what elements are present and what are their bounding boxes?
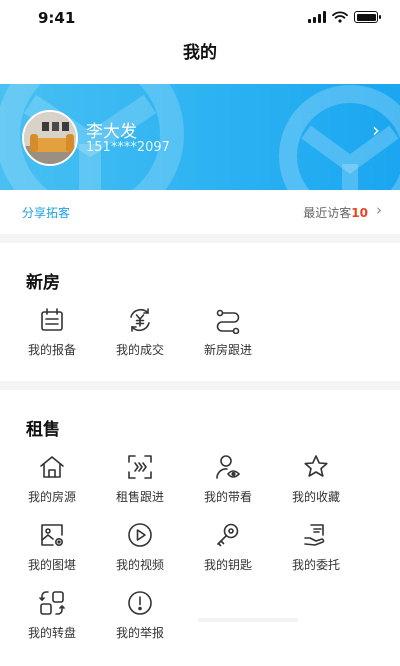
house-icon: [40, 456, 64, 478]
share-row: 分享拓客 最近访客10 ›: [0, 190, 400, 234]
visitors-label: 最近访客: [303, 206, 352, 220]
home-indicator: [198, 618, 298, 622]
section-title-new-house: 新房: [26, 273, 60, 293]
grid-item-my-viewings[interactable]: 我的带看: [184, 453, 272, 513]
grid-item-my-deals[interactable]: 我的成交: [96, 306, 184, 366]
profile-banner[interactable]: 李大发 151****2097 ›: [0, 84, 400, 190]
yuan-cycle-icon: [130, 308, 150, 332]
scan-forward-icon: [128, 455, 152, 479]
grid-item-label: 我的成交: [115, 343, 164, 357]
user-name: 李大发: [86, 122, 137, 142]
grid-item-rent-sale-followup[interactable]: 租售跟进: [96, 453, 184, 513]
grid-item-label: 我的转盘: [27, 626, 76, 640]
grid-item-label: 我的收藏: [291, 490, 340, 504]
section-divider: [0, 381, 400, 390]
key-icon: [217, 523, 239, 547]
user-eye-icon: [216, 455, 241, 479]
page-title: 我的: [183, 43, 217, 63]
status-time: 9:41: [38, 9, 76, 27]
star-icon: [304, 455, 328, 477]
grid-item-label: 我的图堪: [27, 558, 76, 572]
grid-item-label: 我的带看: [203, 490, 252, 504]
battery-icon: [354, 11, 381, 23]
share-button[interactable]: 分享拓客: [22, 204, 70, 221]
grid-item-new-house-followup[interactable]: 新房跟进: [184, 306, 272, 366]
recent-visitors-link[interactable]: 最近访客10: [303, 204, 368, 221]
grid-item-my-keys[interactable]: 我的钥匙: [184, 521, 272, 581]
signal-icon: [308, 11, 326, 23]
grid-item-label: 我的委托: [291, 558, 340, 572]
grid-item-label: 我的视频: [115, 558, 164, 572]
avatar[interactable]: [22, 110, 78, 166]
grid-item-label: 租售跟进: [115, 490, 164, 504]
play-icon: [128, 523, 152, 547]
grid-item-label: 我的房源: [27, 490, 76, 504]
chevron-right-icon[interactable]: ›: [372, 118, 380, 142]
grid-item-my-transfers[interactable]: 我的转盘: [8, 589, 96, 649]
image-gear-icon: [41, 524, 63, 546]
calendar-icon: [41, 308, 63, 331]
grid-item-my-favorites[interactable]: 我的收藏: [272, 453, 360, 513]
grid-item-my-reports[interactable]: 我的报备: [8, 306, 96, 366]
hand-document-icon: [304, 524, 325, 546]
section-title-rent-sale: 租售: [26, 420, 60, 440]
grid-item-my-entrustments[interactable]: 我的委托: [272, 521, 360, 581]
report-icon: [128, 591, 152, 615]
grid-item-label: 我的钥匙: [203, 558, 252, 572]
grid-item-my-reports-complaint[interactable]: 我的举报: [96, 589, 184, 649]
grid-item-label: 我的报备: [27, 343, 76, 357]
section-divider: [0, 234, 400, 243]
wifi-icon: [332, 11, 348, 23]
grid-item-my-videos[interactable]: 我的视频: [96, 521, 184, 581]
visitors-count: 10: [351, 206, 368, 220]
grid-item-my-listings[interactable]: 我的房源: [8, 453, 96, 513]
route-icon: [216, 309, 240, 334]
grid-item-my-photos[interactable]: 我的图堪: [8, 521, 96, 581]
transfer-icon: [39, 591, 65, 615]
grid-item-label: 新房跟进: [203, 343, 252, 357]
grid-item-label: 我的举报: [115, 626, 164, 640]
chevron-right-icon[interactable]: ›: [376, 201, 382, 219]
status-bar: 9:41: [0, 0, 400, 36]
banner-decoration: [279, 85, 400, 190]
user-phone: 151****2097: [86, 140, 170, 155]
status-icons: [308, 11, 381, 23]
